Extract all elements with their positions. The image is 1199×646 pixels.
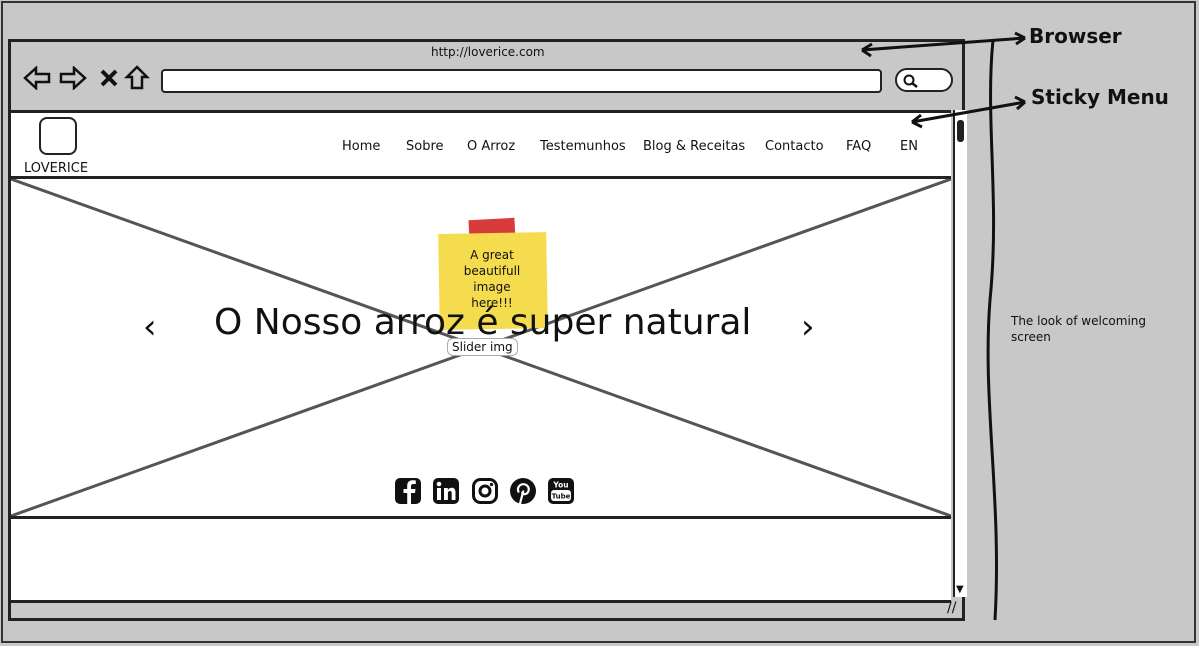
logo-icon[interactable] <box>39 117 77 155</box>
scroll-thumb[interactable] <box>957 120 964 142</box>
slider-next-button[interactable]: › <box>801 307 815 347</box>
search-icon <box>903 74 918 88</box>
linkedin-icon[interactable] <box>432 477 460 505</box>
youtube-icon[interactable]: You Tube <box>547 477 575 505</box>
forward-arrow-icon[interactable] <box>59 64 87 92</box>
svg-text:You: You <box>552 481 568 490</box>
browser-window: http://loverice.com LOVERICE Home Sobre … <box>8 39 967 621</box>
welcome-annotation: The look of welcoming screen <box>1011 314 1147 344</box>
slider-img-label: Slider img <box>447 338 518 356</box>
page-viewport: LOVERICE Home Sobre O Arroz Testemunhos … <box>11 110 951 603</box>
facebook-icon[interactable] <box>394 477 422 505</box>
svg-text:Tube: Tube <box>552 493 571 501</box>
menu-faq[interactable]: FAQ <box>846 139 871 154</box>
instagram-icon[interactable] <box>471 477 499 505</box>
stop-icon[interactable] <box>95 64 123 92</box>
menu-testemunhos[interactable]: Testemunhos <box>540 139 626 154</box>
browser-annotation: Browser <box>1029 24 1122 48</box>
sticky-header: LOVERICE Home Sobre O Arroz Testemunhos … <box>11 113 951 179</box>
slider-headline: O Nosso arroz é super natural <box>214 302 752 343</box>
address-bar[interactable] <box>161 69 882 93</box>
vertical-scrollbar[interactable]: ▼ <box>953 110 967 597</box>
hero-slider: A great beautifull image here!!! ‹ O Nos… <box>11 179 951 519</box>
menu-home[interactable]: Home <box>342 139 380 154</box>
slider-prev-button[interactable]: ‹ <box>143 307 157 347</box>
menu-o-arroz[interactable]: O Arroz <box>467 139 515 154</box>
home-icon[interactable] <box>123 64 151 92</box>
menu-blog-receitas[interactable]: Blog & Receitas <box>643 139 745 154</box>
url-text: http://loverice.com <box>431 45 545 59</box>
sticky-menu-annotation: Sticky Menu <box>1031 85 1169 109</box>
menu-en[interactable]: EN <box>900 139 918 154</box>
logo-text: LOVERICE <box>24 161 89 176</box>
menu-sobre[interactable]: Sobre <box>406 139 444 154</box>
pinterest-icon[interactable] <box>509 477 537 505</box>
back-arrow-icon[interactable] <box>23 64 51 92</box>
menu-contacto[interactable]: Contacto <box>765 139 824 154</box>
search-button[interactable] <box>895 68 953 92</box>
scroll-down-icon[interactable]: ▼ <box>956 584 964 595</box>
resize-handle-icon[interactable]: // <box>947 600 956 616</box>
